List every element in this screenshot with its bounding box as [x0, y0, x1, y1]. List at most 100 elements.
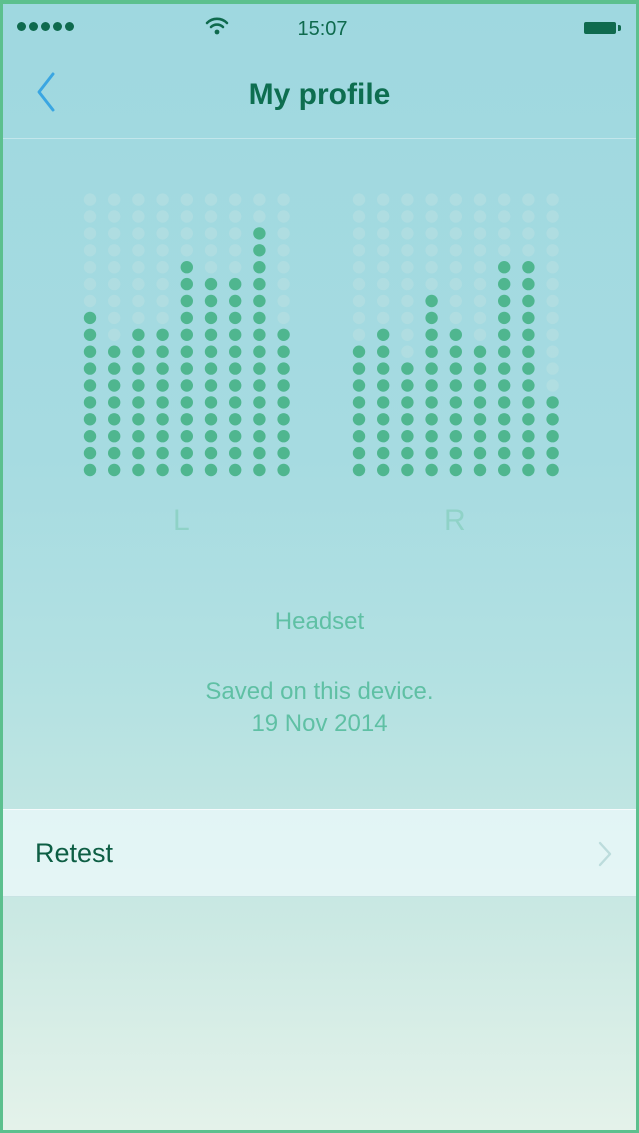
level-dot-inactive: [108, 210, 121, 223]
level-dot-inactive: [546, 311, 559, 325]
level-dot-inactive: [498, 193, 511, 206]
left-channel-column: [204, 193, 218, 477]
level-dot-inactive: [352, 244, 366, 257]
level-dot-active: [204, 430, 218, 443]
level-dot-active: [204, 311, 218, 325]
level-dot-active: [108, 430, 121, 443]
level-dot-active: [522, 277, 535, 291]
level-dot-active: [352, 413, 366, 426]
level-dot-active: [132, 345, 145, 358]
level-dot-active: [473, 430, 487, 443]
level-dot-active: [253, 430, 266, 443]
level-dot-active: [449, 446, 462, 460]
level-dot-active: [253, 277, 266, 291]
level-dot-active: [156, 379, 169, 392]
right-channel-column: [546, 193, 559, 477]
level-dot-active: [449, 345, 462, 358]
level-dot-inactive: [401, 311, 414, 325]
level-dot-active: [352, 345, 366, 358]
level-dot-active: [277, 430, 290, 443]
level-dot-active: [180, 463, 193, 477]
level-dot-active: [253, 345, 266, 358]
right-channel-column: [473, 193, 487, 477]
level-dot-active: [352, 396, 366, 409]
level-dot-inactive: [425, 261, 438, 274]
level-dot-inactive: [204, 244, 218, 257]
level-dot-inactive: [425, 210, 438, 223]
level-dot-inactive: [425, 277, 438, 291]
level-dot-active: [352, 379, 366, 392]
level-dot-inactive: [352, 328, 366, 341]
level-dot-inactive: [546, 345, 559, 358]
level-dot-inactive: [204, 193, 218, 206]
level-dot-inactive: [401, 227, 414, 240]
left-channel-column: [156, 193, 169, 477]
level-dot-active: [522, 311, 535, 325]
level-dot-active: [546, 413, 559, 426]
level-dot-inactive: [449, 193, 462, 206]
level-dot-inactive: [83, 210, 97, 223]
level-dot-active: [180, 294, 193, 308]
level-dot-inactive: [352, 311, 366, 325]
right-channel-column: [401, 193, 414, 477]
level-dot-active: [473, 446, 487, 460]
level-dot-inactive: [132, 210, 145, 223]
level-dot-active: [522, 396, 535, 409]
level-dot-inactive: [156, 277, 169, 291]
level-dot-inactive: [498, 210, 511, 223]
level-dot-active: [425, 311, 438, 325]
level-dot-active: [229, 379, 242, 392]
level-dot-inactive: [108, 261, 121, 274]
level-dot-inactive: [277, 227, 290, 240]
level-dot-inactive: [546, 277, 559, 291]
level-dot-active: [229, 430, 242, 443]
level-dot-inactive: [108, 227, 121, 240]
level-dot-inactive: [229, 210, 242, 223]
level-dot-inactive: [377, 261, 390, 274]
level-dot-active: [498, 446, 511, 460]
level-dot-active: [253, 396, 266, 409]
level-dot-active: [253, 446, 266, 460]
level-dot-inactive: [83, 193, 97, 206]
level-dot-active: [132, 379, 145, 392]
level-dot-active: [83, 463, 97, 477]
level-dot-inactive: [377, 311, 390, 325]
level-dot-active: [498, 396, 511, 409]
level-dot-active: [277, 413, 290, 426]
level-dot-inactive: [449, 261, 462, 274]
level-dot-active: [425, 463, 438, 477]
left-channel-column: [180, 193, 193, 477]
retest-row[interactable]: Retest: [3, 809, 636, 897]
level-dot-active: [253, 463, 266, 477]
level-dot-active: [253, 294, 266, 308]
level-dot-active: [401, 463, 414, 477]
level-dot-active: [277, 379, 290, 392]
level-dot-active: [522, 379, 535, 392]
level-dot-active: [156, 362, 169, 375]
page-title: My profile: [248, 78, 391, 111]
navigation-bar: My profile: [3, 48, 636, 139]
retest-label: Retest: [35, 838, 114, 868]
level-dot-inactive: [83, 294, 97, 308]
level-dot-inactive: [546, 379, 559, 392]
level-dot-inactive: [401, 328, 414, 341]
level-dot-inactive: [108, 277, 121, 291]
level-dot-active: [449, 396, 462, 409]
level-dot-active: [449, 328, 462, 341]
level-dot-active: [180, 311, 193, 325]
level-dot-active: [473, 463, 487, 477]
level-dot-inactive: [229, 261, 242, 274]
level-dot-active: [401, 446, 414, 460]
level-dot-active: [204, 294, 218, 308]
level-dot-active: [180, 328, 193, 341]
level-dot-inactive: [132, 311, 145, 325]
level-dot-inactive: [377, 193, 390, 206]
level-dot-active: [498, 277, 511, 291]
level-dot-inactive: [108, 244, 121, 257]
level-dot-inactive: [156, 294, 169, 308]
level-dot-active: [180, 396, 193, 409]
level-dot-inactive: [377, 227, 390, 240]
level-dot-active: [473, 345, 487, 358]
level-dot-active: [498, 328, 511, 341]
level-dot-active: [449, 379, 462, 392]
